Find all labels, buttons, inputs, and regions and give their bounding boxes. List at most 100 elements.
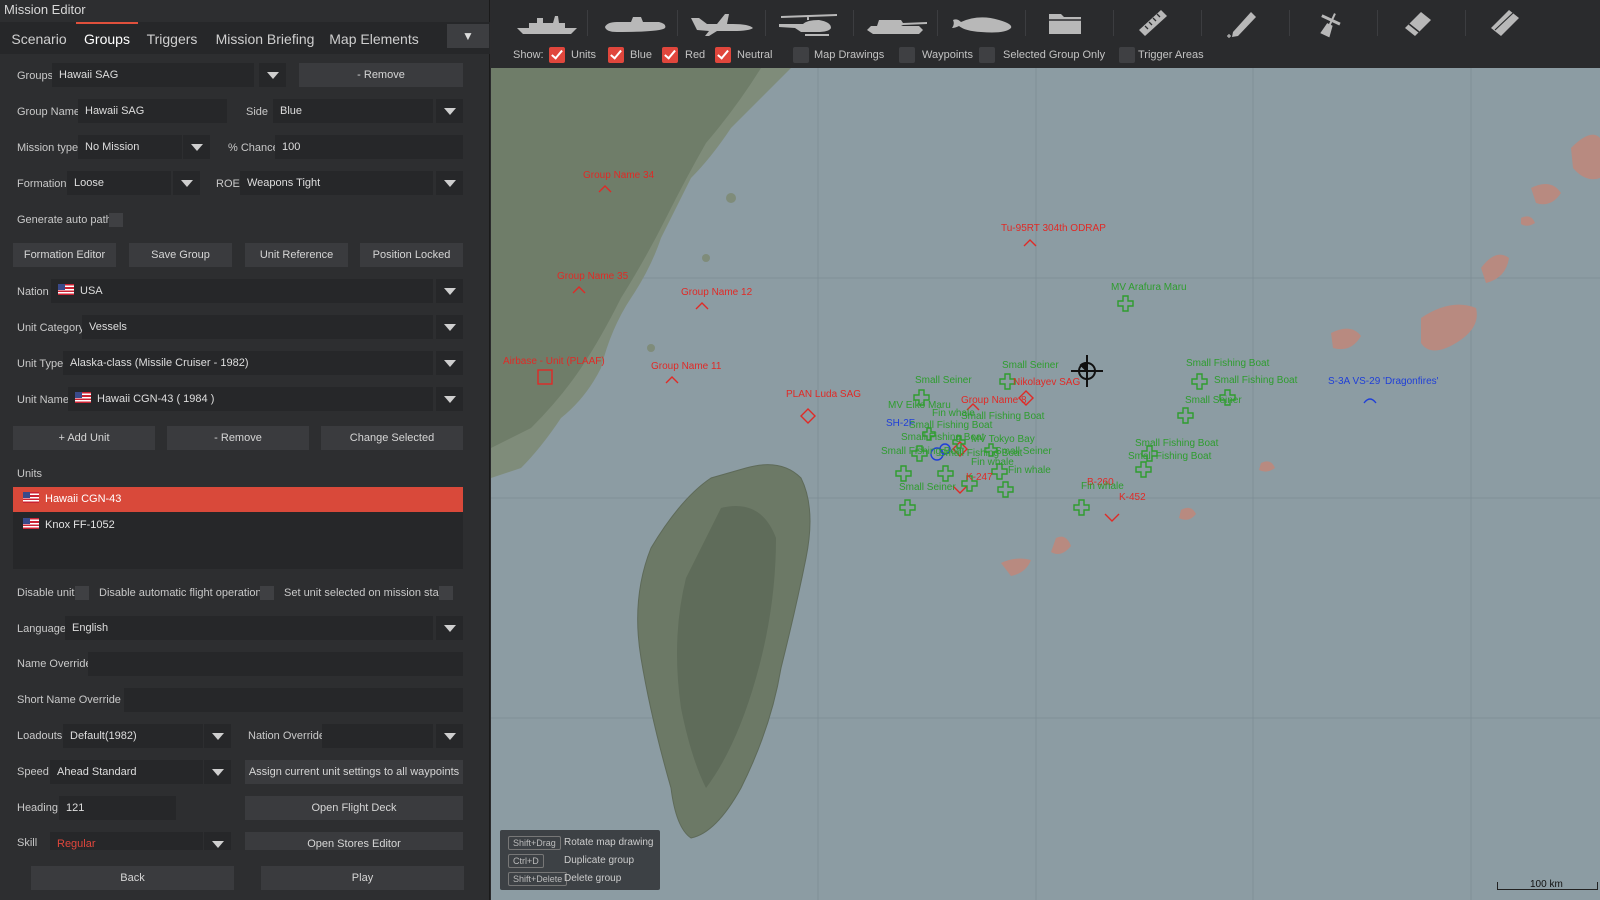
map-label[interactable]: SH-2F <box>886 418 915 429</box>
unit-category-select[interactable]: Vessels <box>82 315 433 339</box>
clear-drawings-icon[interactable] <box>1485 6 1525 40</box>
nation-select[interactable]: USA <box>51 279 433 303</box>
tab-scenario[interactable]: Scenario <box>4 22 74 54</box>
chevron-down-icon[interactable] <box>173 171 200 195</box>
ship-icon[interactable] <box>515 6 579 40</box>
map-label[interactable]: Small Seiner <box>995 446 1052 457</box>
map-label[interactable]: Group Name 35 <box>557 271 628 282</box>
map-label[interactable]: MV Tokyo Bay <box>971 434 1035 445</box>
mission-type-select[interactable]: No Mission <box>78 135 182 159</box>
chevron-down-icon[interactable] <box>204 760 231 784</box>
map-label[interactable]: S-3A VS-29 'Dragonfires' <box>1328 376 1439 387</box>
name-override-input[interactable] <box>88 652 463 676</box>
map-label[interactable]: Small Fishing Boat <box>1214 375 1297 386</box>
tab-triggers[interactable]: Triggers <box>140 22 204 54</box>
map-label[interactable]: Tu-95RT 304th ODRAP <box>1001 223 1106 234</box>
map-label[interactable]: Small Seiner <box>1002 360 1059 371</box>
change-selected-button[interactable]: Change Selected <box>321 426 463 450</box>
list-item[interactable]: Hawaii CGN-43 <box>13 487 463 512</box>
map-label[interactable]: Nikolayev SAG <box>1013 377 1080 388</box>
eraser-icon[interactable] <box>1397 6 1437 40</box>
map-label[interactable]: Group Name 12 <box>681 287 752 298</box>
open-flight-deck-button[interactable]: Open Flight Deck <box>245 796 463 820</box>
unit-reference-button[interactable]: Unit Reference <box>245 243 348 267</box>
position-locked-button[interactable]: Position Locked <box>360 243 463 267</box>
map-label[interactable]: Small Fishing Boat <box>909 420 992 431</box>
tab-mission-briefing[interactable]: Mission Briefing <box>210 22 320 54</box>
nation-override-select[interactable] <box>322 724 433 748</box>
auto-path-checkbox[interactable] <box>109 213 123 227</box>
chevron-down-icon[interactable] <box>204 724 231 748</box>
back-button[interactable]: Back <box>31 866 234 890</box>
waypoints-checkbox[interactable] <box>899 47 915 63</box>
side-select[interactable]: Blue <box>273 99 433 123</box>
aircraft-icon[interactable] <box>687 6 757 40</box>
list-item[interactable]: Knox FF-1052 <box>13 513 463 538</box>
heading-input[interactable]: 121 <box>59 796 176 820</box>
map-label[interactable]: Small Seiner <box>1185 395 1242 406</box>
whale-icon[interactable] <box>949 6 1015 40</box>
map-label[interactable]: K-452 <box>1119 492 1146 503</box>
open-stores-button[interactable]: Open Stores Editor <box>245 832 463 850</box>
loadouts-select[interactable]: Default(1982) <box>63 724 203 748</box>
set-selected-checkbox[interactable] <box>439 586 453 600</box>
chevron-down-icon[interactable] <box>436 315 463 339</box>
map-label[interactable]: MV Arafura Maru <box>1111 282 1187 293</box>
assign-settings-button[interactable]: Assign current unit settings to all wayp… <box>245 760 463 784</box>
neutral-checkbox[interactable] <box>715 47 731 63</box>
map-label[interactable]: Group Name 8 <box>961 395 1027 406</box>
units-checkbox[interactable] <box>549 47 565 63</box>
chevron-down-icon[interactable] <box>436 387 463 411</box>
chevron-down-icon[interactable] <box>436 616 463 640</box>
tab-groups[interactable]: Groups <box>76 22 138 54</box>
disable-flight-ops-checkbox[interactable] <box>260 586 274 600</box>
formation-editor-button[interactable]: Formation Editor <box>13 243 116 267</box>
roe-select[interactable]: Weapons Tight <box>240 171 433 195</box>
map-label[interactable]: K-247 <box>966 472 993 483</box>
remove-unit-button[interactable]: - Remove <box>167 426 309 450</box>
chevron-down-icon[interactable] <box>183 135 210 159</box>
map-label[interactable]: Small Fishing Boat <box>1186 358 1269 369</box>
ruler-icon[interactable] <box>1133 6 1173 40</box>
map-label[interactable]: Small Seiner <box>915 375 972 386</box>
chevron-down-icon[interactable] <box>204 832 231 850</box>
map-label[interactable]: Group Name 34 <box>583 170 654 181</box>
map-label[interactable]: Small Seiner <box>899 482 956 493</box>
unit-type-select[interactable]: Alaska-class (Missile Cruiser - 1982) <box>63 351 433 375</box>
short-name-override-input[interactable] <box>124 688 463 712</box>
selected-group-only-checkbox[interactable] <box>979 47 995 63</box>
map-label[interactable]: Small Fishing Boat <box>1128 451 1211 462</box>
trigger-areas-checkbox[interactable] <box>1119 47 1135 63</box>
map-label[interactable]: Fin whale <box>1008 465 1051 476</box>
chevron-down-icon[interactable] <box>436 171 463 195</box>
map-drawings-checkbox[interactable] <box>793 47 809 63</box>
satellite-icon[interactable] <box>1309 6 1349 40</box>
submarine-icon[interactable] <box>601 6 669 40</box>
tab-map-elements[interactable]: Map Elements <box>324 22 424 54</box>
pencil-icon[interactable] <box>1223 6 1263 40</box>
tab-overflow-dropdown[interactable]: ▼ <box>447 24 489 48</box>
helicopter-icon[interactable] <box>775 6 845 40</box>
language-select[interactable]: English <box>65 616 433 640</box>
remove-group-button[interactable]: - Remove <box>299 63 463 87</box>
skill-select[interactable]: Regular <box>50 832 203 850</box>
red-checkbox[interactable] <box>662 47 678 63</box>
group-name-input[interactable]: Hawaii SAG <box>78 99 227 123</box>
map-label[interactable]: Group Name 11 <box>651 361 721 372</box>
save-group-button[interactable]: Save Group <box>129 243 232 267</box>
unit-name-select[interactable]: Hawaii CGN-43 ( 1984 ) <box>68 387 433 411</box>
map-label[interactable]: Airbase - Unit (PLAAF) <box>503 356 605 367</box>
folder-icon[interactable] <box>1045 6 1085 40</box>
tank-icon[interactable] <box>863 6 929 40</box>
chevron-down-icon[interactable] <box>436 351 463 375</box>
chance-input[interactable]: 100 <box>275 135 463 159</box>
speed-select[interactable]: Ahead Standard <box>50 760 203 784</box>
disable-unit-checkbox[interactable] <box>75 586 89 600</box>
chevron-down-icon[interactable] <box>436 99 463 123</box>
map-label[interactable]: Small Fishing Boat <box>1135 438 1218 449</box>
map-label[interactable]: Fin whale <box>1081 481 1124 492</box>
map-view[interactable]: Group Name 34 Tu-95RT 304th ODRAP Group … <box>491 68 1600 900</box>
chevron-down-icon[interactable] <box>436 279 463 303</box>
play-button[interactable]: Play <box>261 866 464 890</box>
groups-select[interactable]: Hawaii SAG <box>52 63 254 87</box>
